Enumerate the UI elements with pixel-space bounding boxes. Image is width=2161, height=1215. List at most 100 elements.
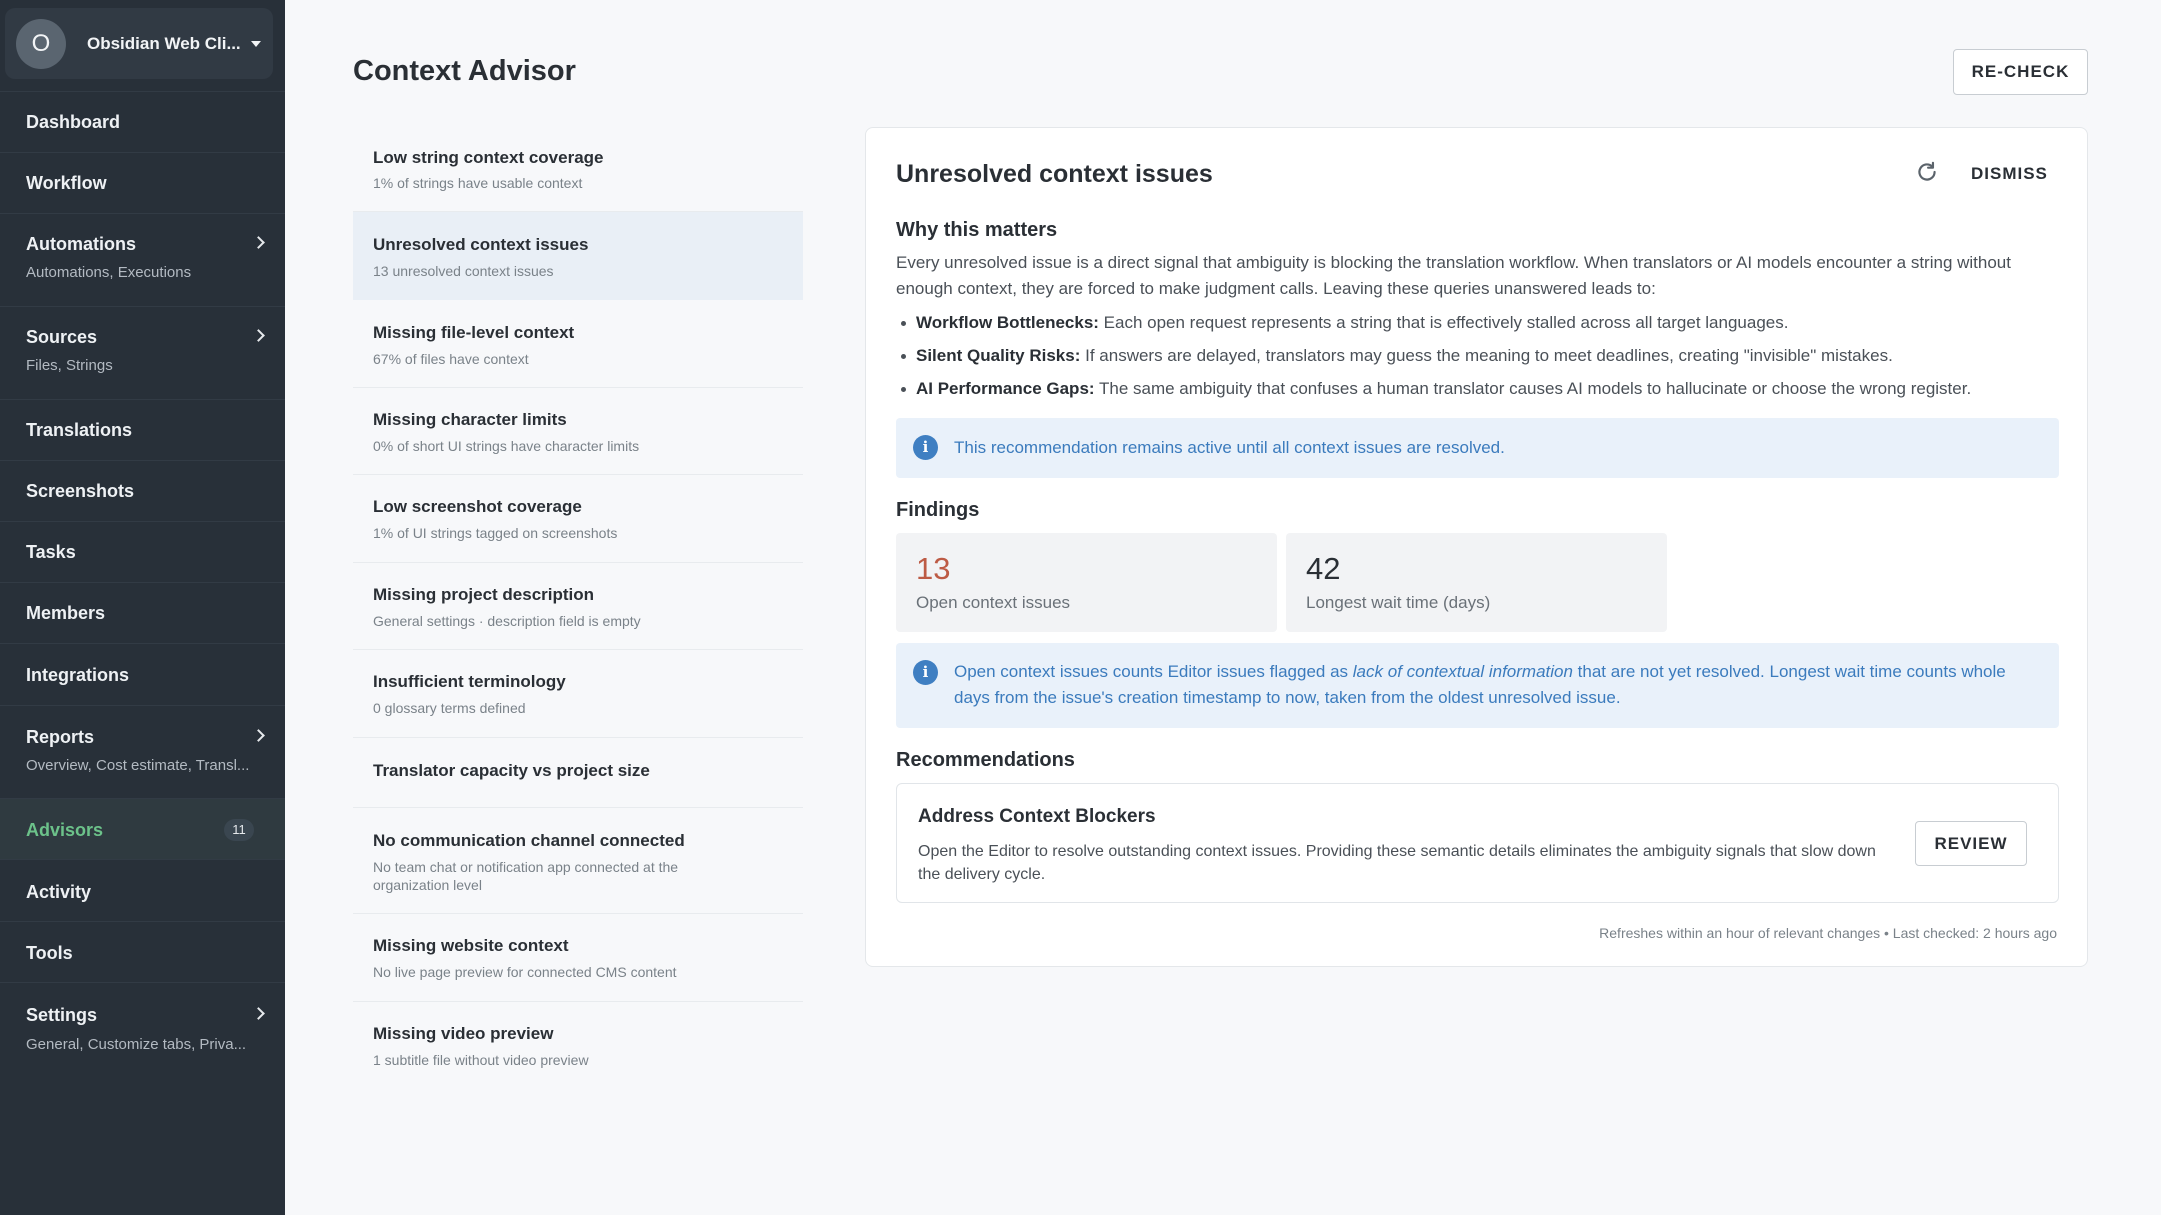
- sidebar-item-label: Translations: [26, 420, 133, 440]
- sidebar-item-reports[interactable]: Reports Overview, Cost estimate, Transl.…: [0, 705, 285, 798]
- recommendation-card: Address Context Blockers Open the Editor…: [896, 783, 2059, 903]
- note-emphasis: lack of contextual information: [1352, 662, 1573, 681]
- advisor-item-title: Unresolved context issues: [373, 235, 589, 254]
- chevron-right-icon: [252, 1007, 265, 1020]
- active-note-banner: i This recommendation remains active unt…: [896, 418, 2059, 478]
- advisor-item-desc: 1 subtitle file without video preview: [373, 1052, 589, 1068]
- bullet-rest: If answers are delayed, translators may …: [1080, 346, 1893, 365]
- bullet-dot: [901, 354, 906, 359]
- advisor-item-unresolved-context[interactable]: Unresolved context issues 13 unresolved …: [353, 212, 803, 300]
- advisor-item-desc: 0% of short UI strings have character li…: [373, 438, 640, 454]
- bullet-rest: The same ambiguity that confuses a human…: [1094, 379, 1972, 398]
- advisor-item-file-level-context[interactable]: Missing file-level context 67% of files …: [353, 300, 803, 388]
- sidebar-item-workflow[interactable]: Workflow: [0, 152, 285, 213]
- why-text: Every unresolved issue is a direct signa…: [896, 253, 2011, 298]
- findings-note-banner: i Open context issues counts Editor issu…: [896, 643, 2059, 728]
- advisor-item-desc: 1% of strings have usable context: [373, 175, 583, 191]
- avatar: O: [16, 18, 66, 69]
- recheck-button[interactable]: RE-CHECK: [1953, 49, 2088, 95]
- sidebar-item-label: Automations: [26, 234, 136, 254]
- advisors-count-badge: 11: [224, 819, 254, 841]
- advisor-item-desc: No team chat or notification app connect…: [373, 859, 679, 893]
- sidebar-item-advisors[interactable]: Advisors 11: [0, 798, 285, 859]
- caret-down-icon: [250, 40, 261, 47]
- advisor-item-title: Translator capacity vs project size: [373, 761, 650, 780]
- sidebar-item-label: Workflow: [26, 173, 107, 193]
- sidebar-item-label: Members: [26, 603, 106, 623]
- sidebar-item-dashboard[interactable]: Dashboard: [0, 91, 285, 152]
- advisor-item-video-preview[interactable]: Missing video preview 1 subtitle file wi…: [353, 1002, 803, 1090]
- sidebar-item-activity[interactable]: Activity: [0, 859, 285, 921]
- project-name: Obsidian Web Cli...: [87, 33, 241, 53]
- advisor-item-title: No communication channel connected: [373, 831, 685, 850]
- sidebar-item-label: Sources: [26, 327, 98, 347]
- bullet-rest: Each open request represents a string th…: [1098, 313, 1789, 332]
- info-icon: i: [913, 660, 938, 685]
- advisor-item-character-limits[interactable]: Missing character limits 0% of short UI …: [353, 388, 803, 475]
- sidebar-item-label: Activity: [26, 882, 92, 902]
- advisor-item-desc: 0 glossary terms defined: [373, 700, 526, 716]
- bullet-dot: [901, 387, 906, 392]
- advisor-item-desc: 13 unresolved context issues: [373, 263, 554, 279]
- info-icon: i: [913, 435, 938, 460]
- advisor-item-title: Missing file-level context: [373, 323, 575, 342]
- sidebar-item-tools[interactable]: Tools: [0, 921, 285, 982]
- bullet-dot: [901, 321, 906, 326]
- sidebar-item-label: Reports: [26, 727, 95, 747]
- sidebar-item-label: Dashboard: [26, 112, 121, 132]
- refresh-icon[interactable]: [1914, 159, 1940, 185]
- finding-wait-time: 42 Longest wait time (days): [1286, 533, 1667, 632]
- advisor-item-project-description[interactable]: Missing project description General sett…: [353, 563, 803, 650]
- sidebar-item-screenshots[interactable]: Screenshots: [0, 460, 285, 521]
- chevron-right-icon: [252, 236, 265, 249]
- sidebar-item-tasks[interactable]: Tasks: [0, 521, 285, 582]
- advisor-item-title: Insufficient terminology: [373, 672, 566, 691]
- advisor-item-title: Low screenshot coverage: [373, 497, 582, 516]
- sidebar-item-settings[interactable]: Settings General, Customize tabs, Priva.…: [0, 982, 285, 1077]
- sidebar-item-integrations[interactable]: Integrations: [0, 643, 285, 705]
- advisor-item-screenshot-coverage[interactable]: Low screenshot coverage 1% of UI strings…: [353, 475, 803, 563]
- sidebar-item-translations[interactable]: Translations: [0, 399, 285, 460]
- sidebar-item-sublabel: General, Customize tabs, Priva...: [26, 1036, 247, 1053]
- advisor-item-low-string-context[interactable]: Low string context coverage 1% of string…: [353, 124, 803, 212]
- bullet-text: Workflow Bottlenecks: Each open request …: [916, 313, 1788, 333]
- review-button[interactable]: REVIEW: [1915, 821, 2027, 866]
- advisor-item-title: Missing project description: [373, 585, 595, 604]
- sidebar-item-sources[interactable]: Sources Files, Strings: [0, 306, 285, 399]
- advisor-item-desc: 67% of files have context: [373, 351, 529, 367]
- page-title: Context Advisor: [353, 55, 576, 87]
- sidebar-item-label: Advisors: [26, 820, 104, 840]
- sidebar-item-label: Integrations: [26, 665, 130, 685]
- sidebar-item-label: Screenshots: [26, 481, 135, 501]
- why-heading: Why this matters: [896, 219, 1058, 241]
- info-text: Open context issues counts Editor issues…: [954, 659, 2034, 711]
- sidebar-item-sublabel: Overview, Cost estimate, Transl...: [26, 757, 250, 774]
- finding-value: 42: [1306, 551, 1341, 586]
- project-switcher[interactable]: O Obsidian Web Cli...: [5, 8, 273, 79]
- advisor-item-translator-capacity[interactable]: Translator capacity vs project size: [353, 738, 803, 808]
- sidebar-item-sublabel: Automations, Executions: [26, 264, 192, 281]
- sidebar-item-automations[interactable]: Automations Automations, Executions: [0, 213, 285, 306]
- sidebar-item-sublabel: Files, Strings: [26, 357, 113, 374]
- bullet-bold: AI Performance Gaps:: [916, 379, 1095, 398]
- chevron-right-icon: [252, 729, 265, 742]
- dismiss-button[interactable]: DISMISS: [1971, 164, 2048, 184]
- advisor-item-website-context[interactable]: Missing website context No live page pre…: [353, 914, 803, 1002]
- advisor-item-desc: General settings · description field is …: [373, 613, 641, 629]
- advisor-item-desc: No live page preview for connected CMS c…: [373, 964, 677, 980]
- bullet-text: Silent Quality Risks: If answers are del…: [916, 346, 1893, 366]
- advisor-item-title: Missing video preview: [373, 1024, 554, 1043]
- advisor-item-desc: 1% of UI strings tagged on screenshots: [373, 525, 618, 541]
- advisor-item-communication-channel[interactable]: No communication channel connected No te…: [353, 808, 803, 914]
- bullet-text: AI Performance Gaps: The same ambiguity …: [916, 379, 1971, 399]
- advisor-item-title: Low string context coverage: [373, 148, 604, 167]
- recommendations-heading: Recommendations: [896, 749, 1075, 771]
- finding-label: Open context issues: [916, 593, 1071, 612]
- findings-heading: Findings: [896, 499, 980, 521]
- recommendation-desc: Open the Editor to resolve outstanding c…: [918, 843, 1876, 883]
- sidebar-item-members[interactable]: Members: [0, 582, 285, 643]
- finding-open-issues: 13 Open context issues: [896, 533, 1277, 632]
- recommendation-title: Address Context Blockers: [918, 806, 1156, 827]
- advisor-item-title: Missing website context: [373, 936, 569, 955]
- advisor-item-terminology[interactable]: Insufficient terminology 0 glossary term…: [353, 650, 803, 738]
